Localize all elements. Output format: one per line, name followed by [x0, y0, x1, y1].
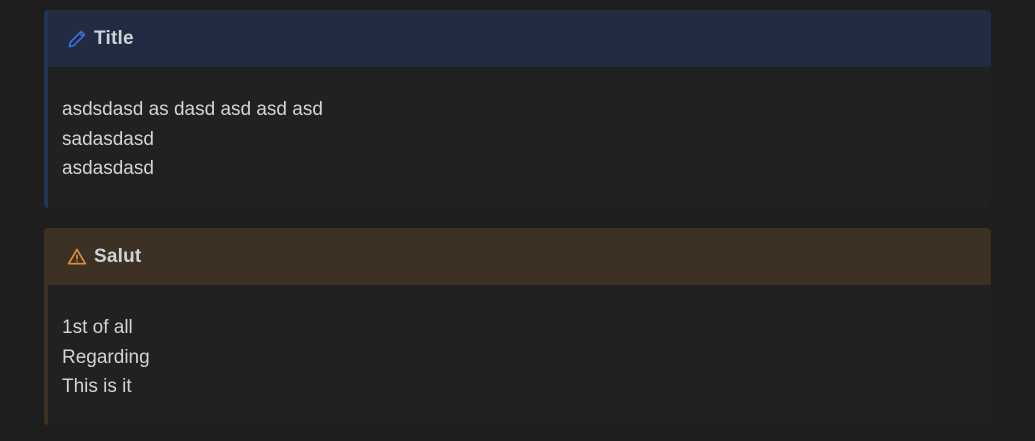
callout-line: asdasdasd: [62, 158, 154, 179]
callout-title: Title: [94, 27, 134, 49]
callout-body[interactable]: 1st of all Regarding This is it: [48, 285, 991, 402]
callout-header[interactable]: Salut: [48, 228, 991, 285]
callout-line: sadasdasd: [62, 128, 154, 150]
callout-title: Salut: [94, 245, 142, 267]
callout-line: 1st of all: [62, 317, 133, 338]
callout-line: asdsdasd as dasd asd asd asd: [62, 99, 323, 120]
callout-line: This is it: [62, 376, 132, 397]
callout-line: Regarding: [62, 346, 150, 368]
callout-warning: Salut 1st of all Regarding This is it: [44, 228, 991, 425]
callout-header[interactable]: Title: [48, 10, 991, 67]
callout-body[interactable]: asdsdasd as dasd asd asd asd sadasdasd a…: [48, 67, 991, 184]
pencil-icon: [67, 29, 87, 49]
callout-note: Title asdsdasd as dasd asd asd asd sadas…: [44, 10, 991, 208]
warning-triangle-icon: [67, 247, 87, 267]
